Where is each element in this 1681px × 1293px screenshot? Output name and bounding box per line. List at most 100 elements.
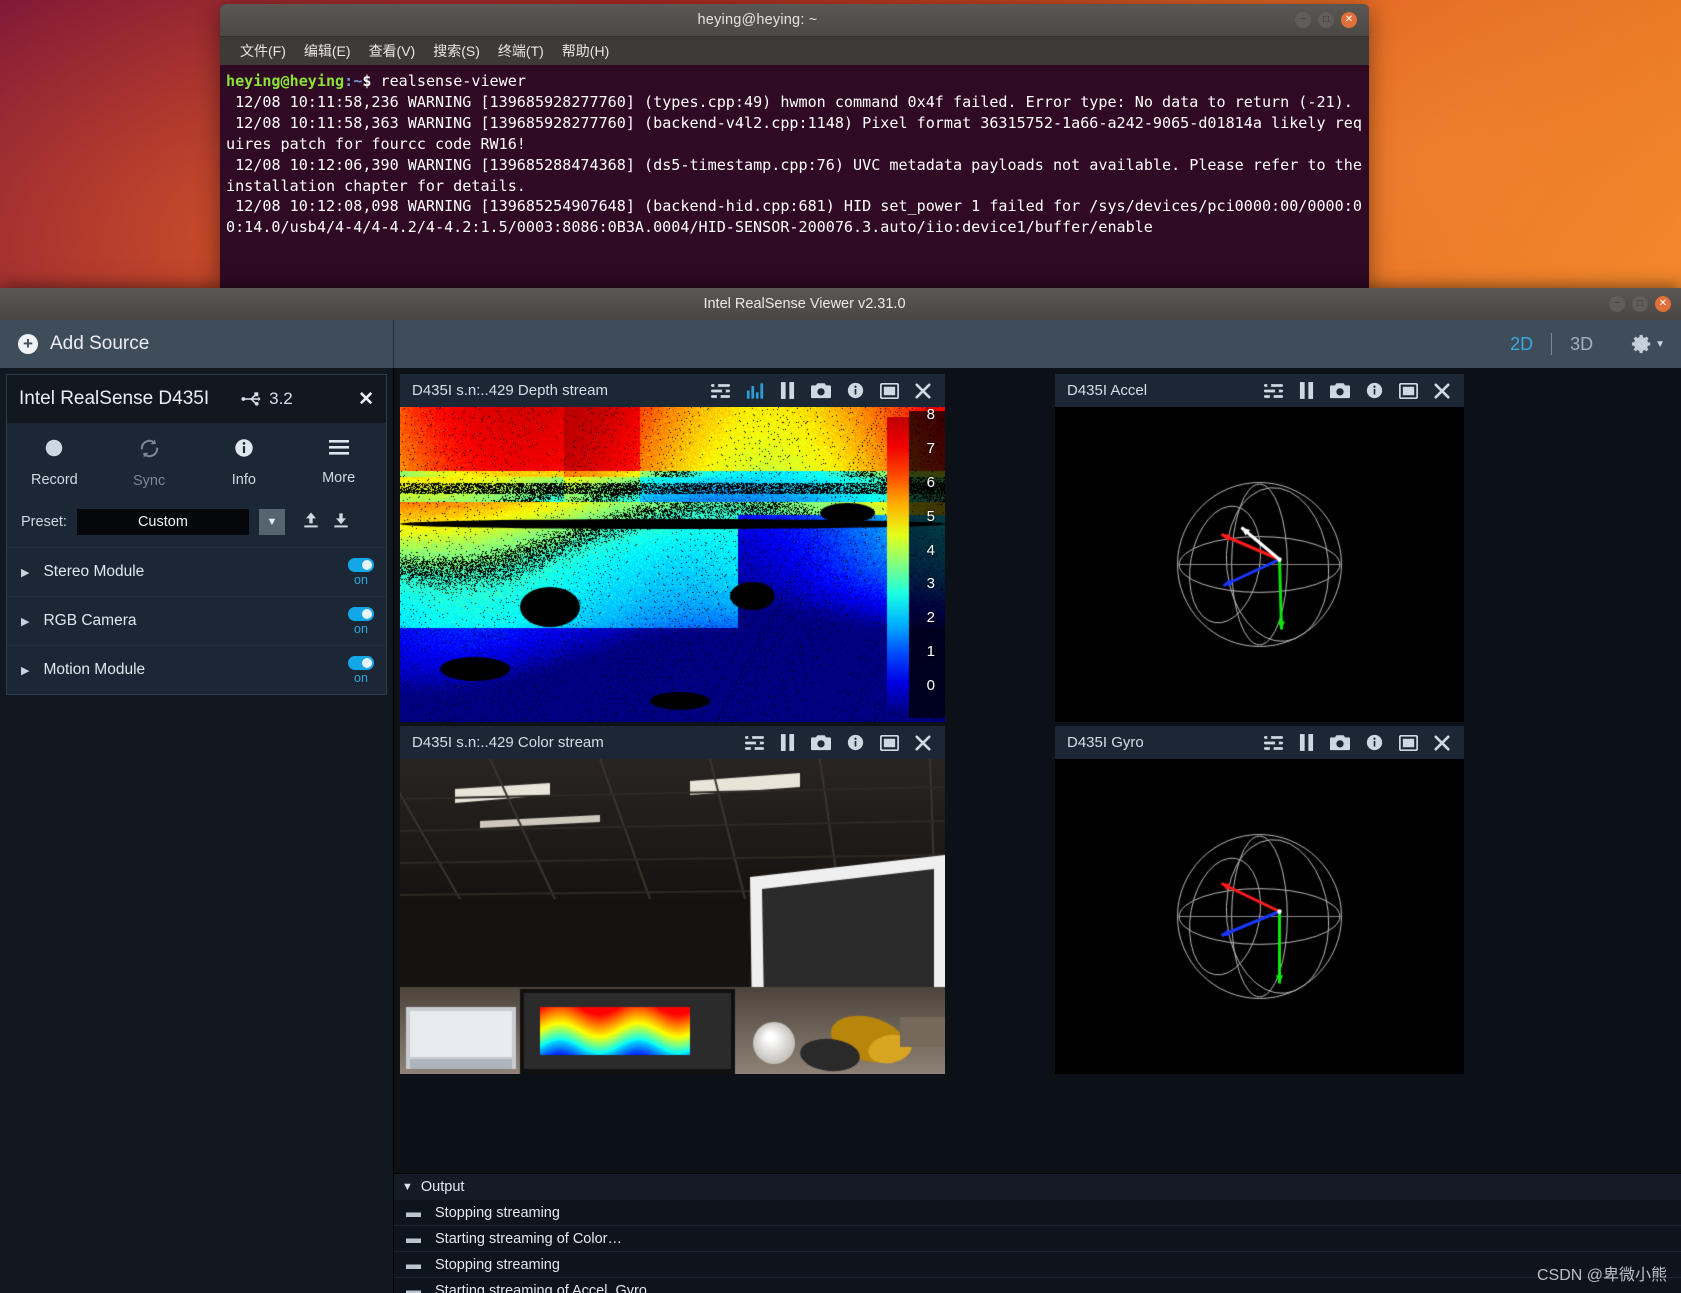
close-icon[interactable]: ✕ — [1655, 296, 1671, 312]
color-panel-icons — [745, 734, 937, 751]
menu-search[interactable]: 搜索(S) — [427, 39, 486, 63]
upload-preset-icon[interactable] — [301, 510, 321, 535]
pause-icon[interactable] — [780, 382, 795, 399]
pause-icon[interactable] — [780, 734, 795, 751]
depth-tick-1: 1 — [926, 643, 935, 661]
terminal-line-2: 12/08 10:11:58,363 WARNING [139685928277… — [226, 113, 1362, 153]
depth-stream-image[interactable] — [400, 407, 945, 722]
minimize-icon[interactable]: − — [1609, 296, 1625, 312]
sidebar-item-motion-module[interactable]: ▶ Motion Module on — [7, 645, 386, 694]
tab-2d[interactable]: 2D — [1492, 334, 1551, 355]
maximize-icon[interactable] — [879, 382, 900, 399]
viewer-titlebar: Intel RealSense Viewer v2.31.0 − □ ✕ — [0, 288, 1681, 320]
device-name: Intel RealSense D435I — [19, 388, 210, 409]
settings-sliders-icon[interactable] — [1264, 734, 1283, 751]
chevron-down-icon: ▼ — [1655, 338, 1665, 350]
menu-terminal[interactable]: 终端(T) — [492, 39, 550, 63]
device-close-icon[interactable]: ✕ — [358, 388, 374, 411]
terminal-output[interactable]: heying@heying:~$ realsense-viewer 12/08 … — [220, 65, 1369, 290]
camera-snapshot-icon[interactable] — [811, 382, 831, 399]
close-icon[interactable]: ✕ — [1341, 12, 1357, 28]
toggle-switch[interactable] — [348, 655, 374, 670]
output-row: ▬ Stopping streaming — [394, 1200, 1681, 1226]
chevron-right-icon: ▶ — [21, 566, 30, 579]
menu-file[interactable]: 文件(F) — [234, 39, 292, 63]
depth-tick-5: 5 — [926, 507, 935, 525]
camera-snapshot-icon[interactable] — [811, 734, 831, 751]
output-dock: ▼ Output ▬ Stopping streaming ▬ Starting… — [394, 1173, 1681, 1293]
preset-row: Preset: Custom ▼ — [7, 499, 386, 547]
minimize-icon[interactable]: − — [1295, 12, 1311, 28]
more-button[interactable]: More — [291, 437, 386, 489]
maximize-icon[interactable]: □ — [1632, 296, 1648, 312]
preset-select[interactable]: Custom — [76, 509, 249, 535]
close-icon[interactable] — [915, 382, 931, 399]
settings-sliders-icon[interactable] — [1264, 382, 1283, 399]
camera-snapshot-icon[interactable] — [1330, 734, 1350, 751]
terminal-line-1: 12/08 10:11:58,236 WARNING [139685928277… — [226, 92, 1353, 111]
grid-spacer-top — [945, 374, 1055, 722]
output-message: Starting streaming of Color… — [435, 1230, 622, 1247]
gyro-stream-visual[interactable] — [1055, 759, 1464, 1074]
menu-edit[interactable]: 编辑(E) — [298, 39, 357, 63]
sync-button[interactable]: Sync — [102, 437, 197, 489]
settings-sliders-icon[interactable] — [745, 734, 764, 751]
close-icon[interactable] — [915, 734, 931, 751]
rgb-camera-toggle[interactable]: on — [348, 606, 374, 636]
watermark: CSDN @卑微小熊 — [1536, 1267, 1667, 1284]
output-header[interactable]: ▼ Output — [394, 1174, 1681, 1200]
info-label: Info — [231, 472, 256, 488]
stereo-module-toggle[interactable]: on — [348, 557, 374, 587]
chevron-right-icon: ▶ — [21, 615, 30, 628]
menu-view[interactable]: 查看(V) — [363, 39, 422, 63]
camera-snapshot-icon[interactable] — [1330, 382, 1350, 399]
sidebar-item-rgb-camera[interactable]: ▶ RGB Camera on — [7, 596, 386, 645]
color-stream-image[interactable] — [400, 759, 945, 1074]
stream-grid: D435I s.n:..429 Depth stream 8 7 6 5 4 3… — [400, 374, 1675, 1074]
toggle-switch[interactable] — [348, 606, 374, 621]
maximize-icon[interactable] — [1398, 382, 1419, 399]
record-circle-icon — [43, 437, 65, 463]
output-title: Output — [420, 1179, 465, 1195]
maximize-icon[interactable]: □ — [1318, 12, 1334, 28]
viewer-title: Intel RealSense Viewer v2.31.0 — [703, 296, 906, 312]
accel-panel-icons — [1264, 382, 1456, 399]
maximize-icon[interactable] — [1398, 734, 1419, 751]
motion-module-toggle[interactable]: on — [348, 655, 374, 685]
dash-icon: ▬ — [406, 1282, 421, 1293]
device-card: Intel RealSense D435I 3.2 ✕ Record Sync … — [6, 374, 387, 695]
pause-icon[interactable] — [1299, 382, 1314, 399]
dash-icon: ▬ — [406, 1204, 421, 1221]
info-icon[interactable] — [847, 734, 864, 751]
terminal-menubar: 文件(F) 编辑(E) 查看(V) 搜索(S) 终端(T) 帮助(H) — [220, 37, 1369, 65]
tab-3d[interactable]: 3D — [1552, 334, 1611, 355]
dash-icon: ▬ — [406, 1230, 421, 1247]
maximize-icon[interactable] — [879, 734, 900, 751]
info-icon[interactable] — [1366, 734, 1383, 751]
chevron-down-icon[interactable]: ▼ — [258, 509, 285, 535]
streams-area: D435I s.n:..429 Depth stream 8 7 6 5 4 3… — [394, 368, 1681, 1293]
download-preset-icon[interactable] — [331, 510, 351, 535]
accel-stream-visual[interactable] — [1055, 407, 1464, 722]
usb-badge: 3.2 — [241, 389, 293, 409]
chevron-down-icon: ▼ — [402, 1181, 413, 1193]
settings-button[interactable]: ▼ — [1631, 333, 1665, 355]
close-icon[interactable] — [1434, 382, 1450, 399]
info-button[interactable]: Info — [197, 437, 292, 489]
settings-sliders-icon[interactable] — [711, 382, 730, 399]
menu-help[interactable]: 帮助(H) — [556, 39, 615, 63]
close-icon[interactable] — [1434, 734, 1450, 751]
gyro-panel-header: D435I Gyro — [1055, 726, 1464, 759]
realsense-viewer-window: Intel RealSense Viewer v2.31.0 − □ ✕ + A… — [0, 288, 1681, 1293]
depth-colorbar-ticks: 8 7 6 5 4 3 2 1 0 — [911, 406, 935, 694]
terminal-line-3: 12/08 10:12:06,390 WARNING [139685288474… — [226, 155, 1362, 195]
record-button[interactable]: Record — [7, 437, 102, 489]
toggle-switch[interactable] — [348, 557, 374, 572]
add-source-button[interactable]: + Add Source — [0, 320, 394, 368]
histogram-icon[interactable] — [746, 382, 764, 399]
pause-icon[interactable] — [1299, 734, 1314, 751]
info-icon[interactable] — [1366, 382, 1383, 399]
depth-tick-6: 6 — [926, 473, 935, 491]
sidebar-item-stereo-module[interactable]: ▶ Stereo Module on — [7, 547, 386, 596]
info-icon[interactable] — [847, 382, 864, 399]
